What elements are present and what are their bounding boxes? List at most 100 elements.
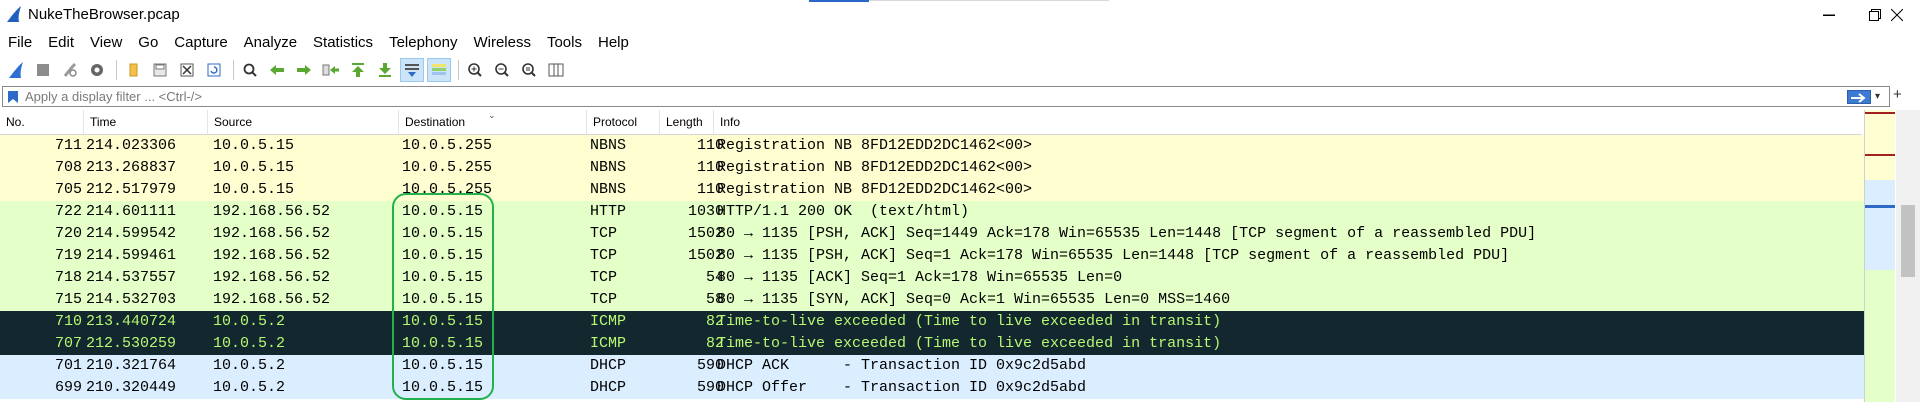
packet-number: 699 [54, 379, 82, 396]
column-header-time[interactable]: Time [84, 110, 208, 134]
packet-row[interactable]: 715 214.532703 192.168.56.52 10.0.5.15 TCP 58… [0, 289, 1864, 311]
close-file-button[interactable] [175, 58, 199, 82]
window-close-button[interactable] [1874, 0, 1920, 30]
packet-protocol: TCP [590, 291, 618, 308]
packet-number: 707 [54, 335, 82, 352]
stop-capture-icon [37, 64, 49, 76]
autoscroll-button[interactable] [400, 58, 424, 82]
packet-row[interactable]: 719 214.599461 192.168.56.52 10.0.5.15 TCP 15… [0, 245, 1864, 267]
packet-number: 705 [54, 181, 82, 198]
zoom-normal-button[interactable] [517, 58, 541, 82]
packet-source: 10.0.5.2 [213, 379, 286, 396]
menu-edit[interactable]: Edit [40, 34, 82, 51]
go-back-button[interactable] [265, 58, 289, 82]
menu-tools[interactable]: Tools [539, 34, 590, 51]
zoom-out-button[interactable] [490, 58, 514, 82]
packet-info: Registration NB 8FD12EDD2DC1462<00> [717, 159, 1033, 176]
packet-row[interactable]: 699 210.320449 10.0.5.2 10.0.5.15 DHCP 590 DHC… [0, 377, 1864, 399]
packet-row[interactable]: 720 214.599542 192.168.56.52 10.0.5.15 TCP 15… [0, 223, 1864, 245]
toolbar-separator [116, 60, 117, 80]
column-header-source[interactable]: Source [208, 110, 399, 134]
go-to-packet-button[interactable] [319, 58, 343, 82]
packet-list: 711 214.023306 10.0.5.15 10.0.5.255 NBNS 110 R… [0, 135, 1864, 399]
packet-protocol: DHCP [590, 357, 627, 374]
menu-analyze[interactable]: Analyze [236, 34, 305, 51]
packet-list-minimap[interactable] [1864, 110, 1895, 402]
packet-row[interactable]: 722 214.601111 192.168.56.52 10.0.5.15 HTTP 1… [0, 201, 1864, 223]
packet-source: 192.168.56.52 [213, 203, 331, 220]
minimap-graphic [1865, 110, 1895, 402]
packet-info: 80 → 1135 [PSH, ACK] Seq=1449 Ack=178 Wi… [717, 225, 1537, 242]
stop-capture-button[interactable] [31, 58, 55, 82]
start-capture-button[interactable] [4, 58, 28, 82]
packet-destination: 10.0.5.255 [402, 159, 493, 176]
packet-destination: 10.0.5.15 [402, 225, 484, 242]
capture-options-button[interactable] [85, 58, 109, 82]
packet-length: 110 [696, 137, 724, 154]
packet-protocol: NBNS [590, 137, 627, 154]
go-back-icon [270, 65, 284, 75]
go-first-button[interactable] [346, 58, 370, 82]
column-header-length[interactable]: Length [660, 110, 714, 134]
packet-number: 715 [54, 291, 82, 308]
zoom-out-icon [495, 63, 509, 77]
menu-go[interactable]: Go [130, 34, 166, 51]
add-filter-button[interactable]: + [1893, 86, 1902, 103]
go-forward-button[interactable] [292, 58, 316, 82]
packet-row[interactable]: 718 214.537557 192.168.56.52 10.0.5.15 TCP 54… [0, 267, 1864, 289]
reload-file-button[interactable] [202, 58, 226, 82]
toolbar-separator [458, 60, 459, 80]
packet-number: 720 [54, 225, 82, 242]
display-filter-input[interactable] [25, 88, 1625, 105]
packet-row[interactable]: 710 213.440724 10.0.5.2 10.0.5.15 ICMP 82 Time… [0, 311, 1864, 333]
packet-time: 214.599542 [86, 225, 177, 242]
zoom-in-button[interactable] [463, 58, 487, 82]
menu-capture[interactable]: Capture [166, 34, 235, 51]
packet-row[interactable]: 711 214.023306 10.0.5.15 10.0.5.255 NBNS 110 R… [0, 135, 1864, 157]
packet-info: 80 → 1135 [PSH, ACK] Seq=1 Ack=178 Win=6… [717, 247, 1510, 264]
menu-file[interactable]: File [0, 34, 40, 51]
filter-history-dropdown-icon[interactable]: ▾ [1875, 91, 1880, 102]
packet-info: DHCP Offer - Transaction ID 0x9c2d5abd [717, 379, 1087, 396]
menu-telephony[interactable]: Telephony [381, 34, 465, 51]
packet-row[interactable]: 708 213.268837 10.0.5.15 10.0.5.255 NBNS 110 R… [0, 157, 1864, 179]
packet-protocol: HTTP [590, 203, 627, 220]
menu-wireless[interactable]: Wireless [465, 34, 539, 51]
reload-file-icon [207, 63, 221, 77]
menu-statistics[interactable]: Statistics [305, 34, 381, 51]
menu-view[interactable]: View [82, 34, 130, 51]
window-minimize-button[interactable] [1806, 0, 1852, 30]
save-file-button[interactable] [148, 58, 172, 82]
packet-destination: 10.0.5.255 [402, 181, 493, 198]
menu-help[interactable]: Help [590, 34, 637, 51]
packet-source: 10.0.5.2 [213, 313, 286, 330]
column-header-protocol[interactable]: Protocol [587, 110, 660, 134]
packet-time: 213.440724 [86, 313, 177, 330]
find-packet-button[interactable] [238, 58, 262, 82]
apply-filter-button[interactable] [1847, 90, 1871, 104]
packet-number: 701 [54, 357, 82, 374]
packet-protocol: NBNS [590, 181, 627, 198]
bookmark-icon[interactable] [7, 90, 19, 104]
packet-time: 214.599461 [86, 247, 177, 264]
column-header-no[interactable]: No. [0, 110, 84, 134]
packet-length: 110 [696, 159, 724, 176]
packet-info: Registration NB 8FD12EDD2DC1462<00> [717, 137, 1033, 154]
packet-time: 214.023306 [86, 137, 177, 154]
colorize-button[interactable] [427, 58, 451, 82]
packet-length: 82 [705, 313, 724, 330]
packet-row[interactable]: 705 212.517979 10.0.5.15 10.0.5.255 NBNS 110 R… [0, 179, 1864, 201]
restart-capture-button[interactable] [58, 58, 82, 82]
capture-options-icon [91, 64, 103, 76]
column-header-info[interactable]: Info [714, 110, 1862, 134]
scrollbar-thumb[interactable] [1901, 205, 1915, 277]
packet-source: 10.0.5.2 [213, 357, 286, 374]
packet-source: 192.168.56.52 [213, 247, 331, 264]
packet-source: 10.0.5.2 [213, 335, 286, 352]
resize-columns-button[interactable] [544, 58, 568, 82]
open-file-button[interactable] [121, 58, 145, 82]
save-file-icon [153, 63, 167, 77]
go-last-button[interactable] [373, 58, 397, 82]
packet-row[interactable]: 701 210.321764 10.0.5.2 10.0.5.15 DHCP 590 DHC… [0, 355, 1864, 377]
packet-row[interactable]: 707 212.530259 10.0.5.2 10.0.5.15 ICMP 82 Time… [0, 333, 1864, 355]
